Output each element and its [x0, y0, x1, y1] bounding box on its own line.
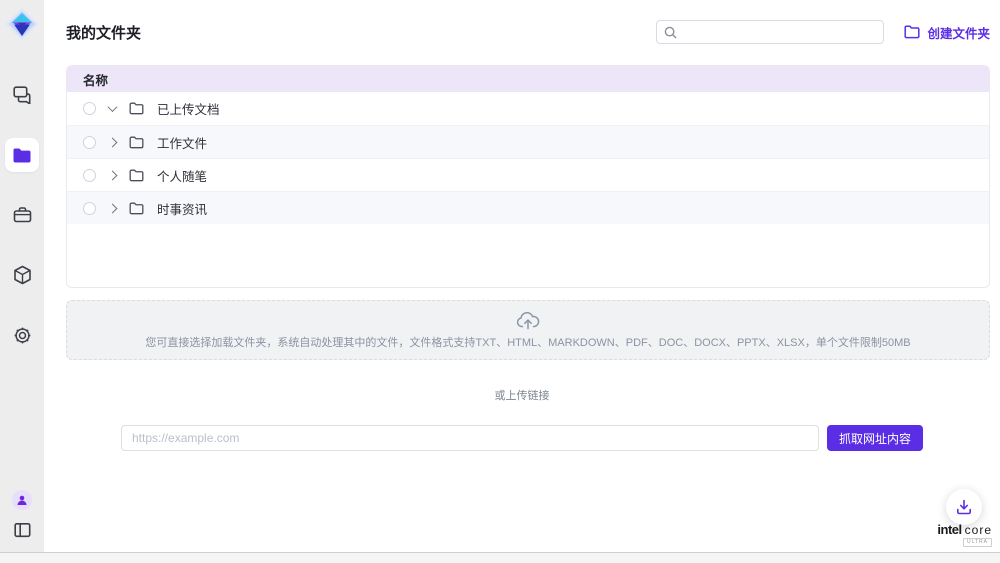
- intel-core-badge: intel core ultra: [937, 523, 992, 547]
- table-row[interactable]: 已上传文档: [67, 92, 989, 125]
- chevron-icon[interactable]: [108, 137, 118, 147]
- column-name: 名称: [83, 70, 108, 89]
- row-label: 工作文件: [157, 133, 207, 152]
- page-title: 我的文件夹: [66, 22, 141, 43]
- fetch-url-button[interactable]: 抓取网址内容: [827, 425, 923, 451]
- create-folder-label: 创建文件夹: [927, 23, 990, 42]
- create-folder-icon: [904, 25, 920, 39]
- cloud-upload-icon: [516, 310, 540, 330]
- table-row[interactable]: 时事资讯: [67, 191, 989, 224]
- diamond-logo-icon: [5, 7, 39, 41]
- row-label: 已上传文档: [157, 99, 220, 118]
- folder-row-icon: [129, 202, 144, 215]
- url-input[interactable]: [121, 425, 819, 451]
- sidebar-item-models[interactable]: [5, 258, 39, 292]
- sidebar-item-chat[interactable]: [5, 78, 39, 112]
- sidebar-item-folders[interactable]: [5, 138, 39, 172]
- core-wordmark: core: [965, 524, 992, 536]
- folder-table: 名称 已上传文档 工作文件 个人随笔 时事资讯: [66, 65, 990, 288]
- chevron-icon[interactable]: [108, 170, 118, 180]
- folder-row-icon: [129, 102, 144, 115]
- panel-icon: [14, 522, 31, 538]
- search-input[interactable]: [682, 25, 876, 39]
- upload-dropzone[interactable]: 您可直接选择加载文件夹，系统自动处理其中的文件，文件格式支持TXT、HTML、M…: [66, 300, 990, 360]
- cube-icon: [13, 265, 32, 285]
- folder-icon: [12, 147, 32, 164]
- create-folder-button[interactable]: 创建文件夹: [904, 23, 990, 42]
- search-icon: [664, 26, 677, 39]
- upload-hint: 您可直接选择加载文件夹，系统自动处理其中的文件，文件格式支持TXT、HTML、M…: [145, 334, 910, 350]
- download-icon: [956, 499, 972, 515]
- gear-icon: [13, 326, 32, 345]
- row-label: 个人随笔: [157, 166, 207, 185]
- table-row[interactable]: 工作文件: [67, 125, 989, 158]
- table-row[interactable]: 个人随笔: [67, 158, 989, 191]
- or-upload-link-label: 或上传链接: [44, 387, 1000, 403]
- link-upload-row: 抓取网址内容: [121, 425, 923, 451]
- folder-row-icon: [129, 169, 144, 182]
- sidebar: [0, 0, 44, 552]
- row-checkbox[interactable]: [83, 202, 96, 215]
- briefcase-icon: [13, 206, 32, 224]
- row-checkbox[interactable]: [83, 102, 96, 115]
- collapse-panel-button[interactable]: [14, 522, 31, 538]
- row-checkbox[interactable]: [83, 169, 96, 182]
- user-avatar-icon: [16, 494, 28, 506]
- folder-table-body: 已上传文档 工作文件 个人随笔 时事资讯: [67, 92, 989, 224]
- row-label: 时事资讯: [157, 199, 207, 218]
- chat-icon: [13, 86, 32, 104]
- search-box[interactable]: [656, 20, 884, 44]
- ultra-badge: ultra: [963, 538, 992, 547]
- folder-row-icon: [129, 136, 144, 149]
- window-bottom-edge: [0, 552, 1000, 563]
- main-content: 我的文件夹 创建文件夹 名称: [44, 0, 1000, 552]
- app-logo[interactable]: [4, 6, 40, 42]
- sidebar-item-workspace[interactable]: [5, 198, 39, 232]
- table-header: 名称: [67, 66, 989, 92]
- chevron-icon[interactable]: [108, 102, 118, 112]
- intel-wordmark: intel: [937, 523, 961, 536]
- sidebar-item-settings[interactable]: [5, 318, 39, 352]
- row-checkbox[interactable]: [83, 136, 96, 149]
- page-header: 我的文件夹 创建文件夹: [44, 0, 1000, 44]
- chevron-icon[interactable]: [108, 203, 118, 213]
- user-avatar[interactable]: [12, 490, 32, 510]
- download-fab[interactable]: [946, 489, 982, 525]
